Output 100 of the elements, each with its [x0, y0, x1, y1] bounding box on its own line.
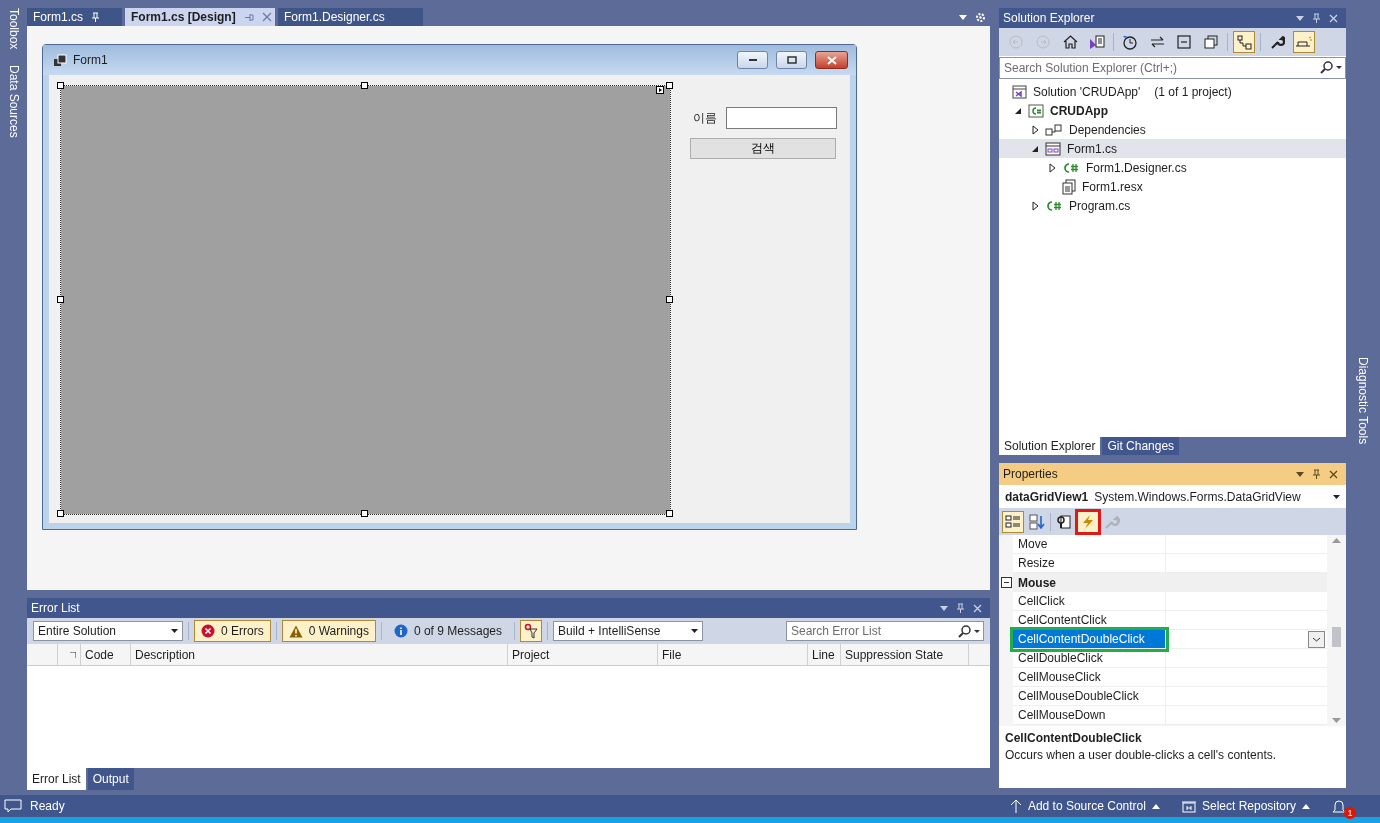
resize-handle[interactable] — [361, 82, 368, 89]
document-tab[interactable]: Form1.Designer.cs — [278, 8, 423, 26]
resize-handle[interactable] — [666, 82, 673, 89]
error-icon — [201, 624, 215, 638]
column-header[interactable]: Line — [807, 644, 840, 665]
csharp-project-icon — [1028, 102, 1044, 119]
name-input[interactable] — [726, 107, 837, 129]
property-page-icon — [1056, 513, 1072, 530]
close-button[interactable] — [815, 51, 848, 69]
categorized-icon — [1005, 513, 1021, 530]
dropdown-icon — [1296, 15, 1304, 21]
resize-handle[interactable] — [361, 510, 368, 517]
wrench-icon — [1104, 513, 1120, 530]
side-tab[interactable]: Data Sources — [6, 63, 21, 141]
object-type: System.Windows.Forms.DataGridView — [1094, 489, 1302, 504]
dropdown-icon — [1333, 494, 1340, 499]
event-name[interactable]: CellMouseClick — [1013, 668, 1166, 687]
pin-icon — [243, 12, 254, 22]
repository-button[interactable]: Select Repository — [1181, 799, 1310, 813]
column-header[interactable]: Suppression State — [840, 644, 968, 665]
pin-icon — [1312, 469, 1321, 479]
maximize-button[interactable] — [776, 51, 807, 69]
side-tab[interactable]: Diagnostic Tools — [1356, 6, 1370, 795]
notifications-button[interactable] — [1332, 798, 1346, 814]
panel-tab[interactable]: Error List — [27, 768, 86, 790]
minimize-button[interactable] — [737, 51, 768, 69]
source-control-button[interactable]: Add to Source Control — [1009, 799, 1160, 813]
switch-views-icon — [1089, 34, 1105, 50]
event-name[interactable]: Resize — [1013, 554, 1166, 573]
column-header[interactable]: Code — [80, 644, 130, 665]
resource-file-icon — [1062, 178, 1076, 195]
value-cell[interactable] — [1166, 611, 1327, 630]
document-tab[interactable]: Form1.cs [Design] — [125, 8, 275, 26]
event-name[interactable]: CellMouseDoubleClick — [1013, 687, 1166, 706]
panel-tab[interactable]: Output — [87, 768, 134, 790]
close-icon — [1329, 469, 1338, 479]
panel-tab[interactable]: Git Changes — [1102, 437, 1180, 455]
maximize-icon — [786, 56, 797, 64]
resize-handle[interactable] — [666, 510, 673, 517]
column-header[interactable]: Description — [130, 644, 507, 665]
tree-item[interactable]: Form1.cs — [999, 139, 1346, 158]
csharp-file-icon — [1045, 198, 1063, 213]
close-icon — [973, 603, 982, 613]
hierarchy-icon — [1236, 34, 1252, 50]
warning-filter-button[interactable]: 0 Warnings — [281, 620, 376, 642]
dropdown-icon — [691, 629, 698, 633]
search-icon — [958, 624, 972, 638]
value-cell[interactable] — [1166, 649, 1327, 668]
column-header[interactable]: Project — [507, 644, 657, 665]
sync-icon — [1149, 36, 1165, 48]
dependencies-icon — [1045, 122, 1063, 137]
close-icon — [261, 12, 272, 22]
filter-toggle-button[interactable] — [520, 620, 542, 642]
info-filter-button[interactable]: 0 of 9 Messages — [386, 620, 509, 642]
value-cell[interactable] — [1166, 630, 1327, 649]
side-tab[interactable]: Toolbox — [6, 6, 21, 52]
dropdown-icon — [1296, 471, 1304, 477]
tree-item[interactable]: Solution 'CRUDApp' (1 of 1 project) — [999, 82, 1346, 101]
scrollbar-thumb[interactable] — [1332, 627, 1341, 647]
error-filter-button[interactable]: 0 Errors — [194, 620, 271, 642]
build-source-dropdown[interactable]: Build + IntelliSense — [553, 621, 703, 641]
resize-handle[interactable] — [57, 296, 64, 303]
value-cell[interactable] — [1166, 535, 1327, 554]
category-row[interactable]: Mouse — [1013, 573, 1327, 592]
notification-count: 1 — [1344, 806, 1356, 819]
panel-tab[interactable]: Solution Explorer — [999, 437, 1101, 455]
event-name[interactable]: CellClick — [1013, 592, 1166, 611]
search-field[interactable]: Search Solution Explorer (Ctrl+;) — [999, 57, 1346, 79]
clock-icon — [1122, 34, 1138, 50]
close-icon — [826, 55, 837, 65]
tree-item[interactable]: Form1.resx — [999, 177, 1346, 196]
status-text: Ready — [30, 799, 66, 813]
toolbar-button[interactable] — [1233, 31, 1255, 53]
tree-item[interactable]: CRUDApp — [999, 101, 1346, 120]
scope-dropdown[interactable]: Entire Solution — [33, 621, 183, 641]
wrench-icon — [1269, 34, 1285, 50]
resize-handle[interactable] — [57, 510, 64, 517]
event-name[interactable]: CellMouseDown — [1013, 706, 1166, 725]
document-tab[interactable]: Form1.cs — [27, 8, 122, 26]
tree-item[interactable]: Dependencies — [999, 120, 1346, 139]
caret-icon — [1151, 803, 1160, 809]
minimize-icon — [747, 58, 758, 62]
caret-icon — [1302, 803, 1310, 809]
tree-item[interactable]: Program.cs — [999, 196, 1346, 215]
form-title: Form1 — [73, 53, 109, 67]
column-header[interactable]: File — [657, 644, 807, 665]
event-name[interactable]: CellContentDoubleClick — [1013, 630, 1166, 649]
event-name[interactable]: Move — [1013, 535, 1166, 554]
resize-handle[interactable] — [666, 296, 673, 303]
name-label: 이름 — [693, 109, 717, 127]
description-text: Occurs when a user double-clicks a cell's contents. — [1005, 748, 1278, 762]
value-dropdown[interactable] — [1308, 630, 1325, 648]
info-icon — [393, 624, 408, 638]
resize-handle[interactable] — [57, 82, 64, 89]
search-field[interactable]: Search Error List — [786, 621, 984, 641]
dropdown-icon — [171, 629, 178, 633]
search-button[interactable]: 검색 — [690, 138, 836, 159]
scrollbar[interactable] — [1327, 535, 1346, 726]
tree-item[interactable]: Form1.Designer.cs — [999, 158, 1346, 177]
csharp-file-icon — [1062, 160, 1080, 175]
